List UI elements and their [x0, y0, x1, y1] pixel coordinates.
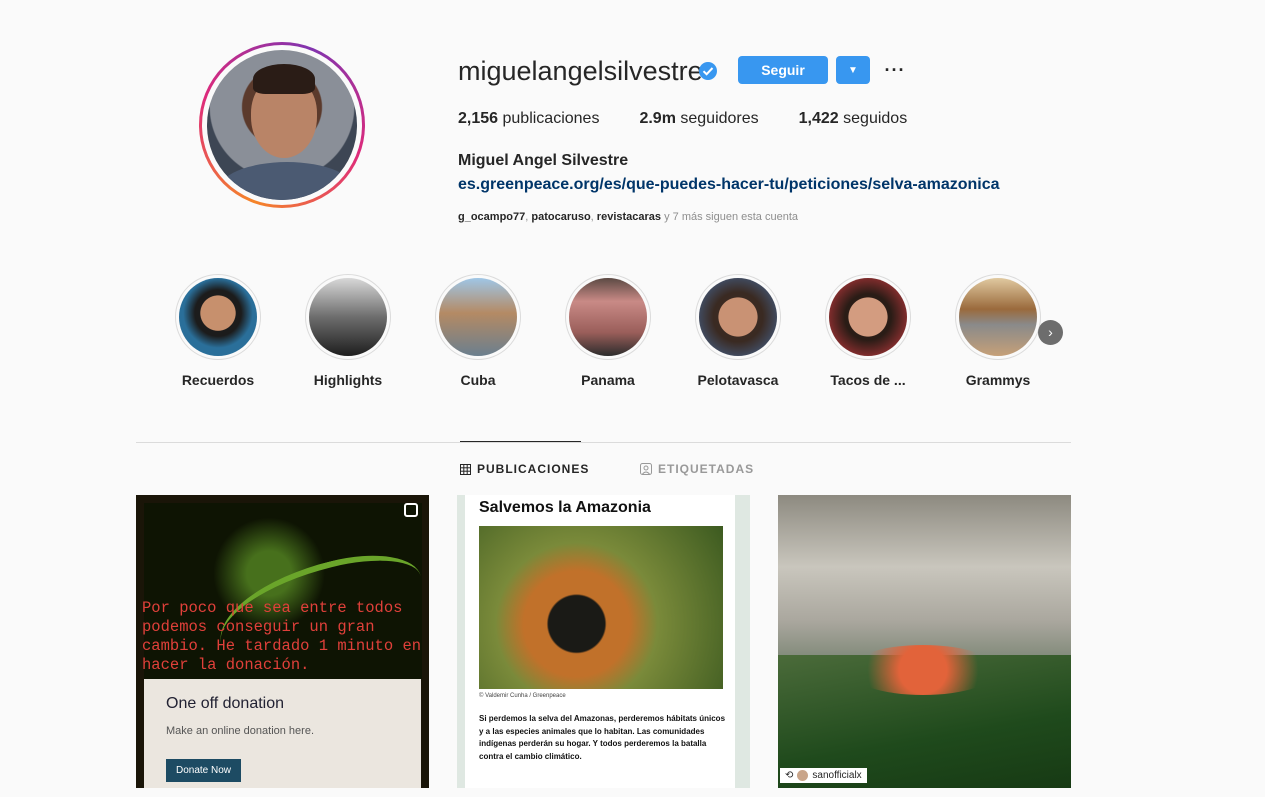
highlight-thumbnail: [309, 278, 387, 356]
highlight-thumbnail: [179, 278, 257, 356]
profile-avatar[interactable]: [199, 42, 365, 208]
verified-badge-icon: [699, 62, 717, 80]
highlight-thumbnail: [569, 278, 647, 356]
post-overlay-text: Por poco que sea entre todos podemos con…: [142, 599, 422, 674]
donation-card: One off donation Make an online donation…: [144, 679, 421, 788]
chevron-down-icon: ▼: [848, 64, 858, 76]
suggestions-dropdown-button[interactable]: ▼: [836, 56, 870, 84]
repost-avatar: [797, 770, 809, 781]
profile-stats: 2,156 publicaciones 2.9m seguidores 1,42…: [458, 110, 907, 128]
highlight-thumbnail: [959, 278, 1037, 356]
photo-credit: © Valdemir Cunha / Greenpeace: [479, 693, 566, 699]
highlight-item[interactable]: Highlights: [298, 274, 398, 388]
more-options-button[interactable]: ···: [880, 56, 910, 84]
followers-count-stat[interactable]: 2.9m seguidores: [639, 110, 758, 128]
highlight-item[interactable]: Panama: [558, 274, 658, 388]
post-thumbnail[interactable]: Salvemos la Amazonia © Valdemir Cunha / …: [457, 495, 750, 788]
profile-username: miguelangelsilvestre: [458, 56, 703, 86]
bio-link[interactable]: es.greenpeace.org/es/que-puedes-hacer-tu…: [458, 176, 1000, 194]
post-thumbnail[interactable]: Por poco que sea entre todos podemos con…: [136, 495, 429, 788]
highlight-thumbnail: [699, 278, 777, 356]
follow-button[interactable]: Seguir: [738, 56, 828, 84]
highlight-item[interactable]: Cuba: [428, 274, 528, 388]
followed-by-text[interactable]: g_ocampo77, patocaruso, revistacaras y 7…: [458, 211, 798, 223]
following-count-stat[interactable]: 1,422 seguidos: [799, 110, 908, 128]
active-tab-indicator: [460, 441, 581, 442]
highlight-item[interactable]: Pelotavasca: [688, 274, 788, 388]
tabs-divider: [136, 442, 1071, 443]
chevron-right-icon: ›: [1048, 324, 1053, 340]
avatar-photo: [207, 50, 357, 200]
highlight-item[interactable]: Grammys: [948, 274, 1048, 388]
post-headline: Salvemos la Amazonia: [479, 499, 651, 516]
monkey-photo: [479, 526, 723, 689]
highlights-next-button[interactable]: ›: [1038, 320, 1063, 345]
multiple-images-icon: [404, 503, 418, 517]
repost-icon: ⟲: [785, 770, 794, 781]
posts-count-stat: 2,156 publicaciones: [458, 110, 600, 127]
grid-icon: [460, 463, 471, 475]
profile-full-name: Miguel Angel Silvestre: [458, 152, 629, 169]
repost-tag: ⟲ sanofficialx: [780, 768, 867, 783]
tab-etiquetadas[interactable]: ETIQUETADAS: [640, 462, 754, 476]
highlight-thumbnail: [439, 278, 517, 356]
donate-now-label: Donate Now: [166, 759, 242, 782]
tab-publicaciones[interactable]: PUBLICACIONES: [460, 462, 589, 476]
tag-user-icon: [640, 463, 652, 475]
ellipsis-icon: ···: [884, 59, 906, 80]
highlight-thumbnail: [829, 278, 907, 356]
post-body-text: Si perdemos la selva del Amazonas, perde…: [479, 714, 726, 761]
highlight-item[interactable]: Tacos de ...: [818, 274, 918, 388]
post-thumbnail[interactable]: ⟲ sanofficialx: [778, 495, 1071, 788]
highlight-item[interactable]: Recuerdos: [168, 274, 268, 388]
